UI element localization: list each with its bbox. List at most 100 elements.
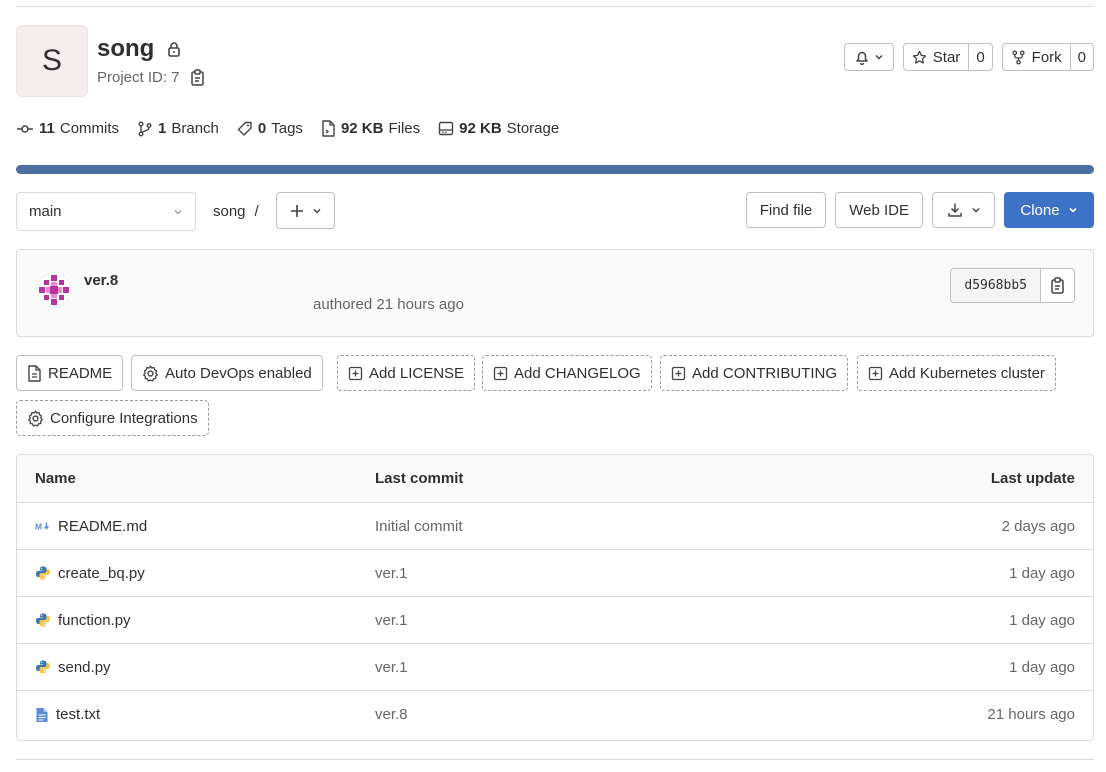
find-file-button[interactable]: Find file: [745, 192, 827, 228]
file-last-commit[interactable]: ver.1: [375, 659, 853, 676]
breadcrumb-root[interactable]: song: [213, 203, 246, 220]
add-to-tree-button[interactable]: [276, 192, 335, 229]
star-label: Star: [932, 48, 961, 66]
file-name[interactable]: README.md: [58, 518, 147, 535]
project-id-text: Project ID: 7: [97, 69, 180, 86]
table-row[interactable]: function.py ver.1 1 day ago: [17, 597, 1093, 644]
fork-button[interactable]: Fork: [1003, 44, 1070, 70]
star-count[interactable]: 0: [968, 44, 991, 70]
table-row[interactable]: test.txt ver.8 21 hours ago: [17, 691, 1093, 738]
plus-square-icon: [348, 366, 363, 381]
commits-stat[interactable]: 11 Commits: [16, 120, 119, 137]
bell-icon: [854, 49, 870, 65]
file-name-cell[interactable]: test.txt: [17, 706, 375, 723]
python-icon: [35, 659, 51, 675]
file-last-commit[interactable]: ver.1: [375, 565, 853, 582]
storage-label: Storage: [506, 120, 560, 137]
project-name[interactable]: song: [97, 35, 154, 63]
add-license-link[interactable]: Add LICENSE: [337, 355, 476, 391]
file-name-cell[interactable]: M README.md: [17, 518, 375, 535]
project-avatar[interactable]: S: [16, 25, 88, 97]
last-commit-panel: ver.8 authored 21 hours ago d5968bb5: [16, 249, 1094, 337]
add-kubernetes-link[interactable]: Add Kubernetes cluster: [857, 355, 1056, 391]
clone-label: Clone: [1020, 201, 1060, 219]
file-name-cell[interactable]: create_bq.py: [17, 565, 375, 582]
file-name-cell[interactable]: function.py: [17, 612, 375, 629]
commits-count: 11: [39, 120, 55, 137]
tags-stat[interactable]: 0 Tags: [237, 120, 303, 137]
commit-icon: [16, 122, 34, 136]
web-ide-button[interactable]: Web IDE: [835, 192, 923, 228]
tags-count: 0: [257, 120, 267, 137]
file-icon: [27, 364, 42, 382]
table-row[interactable]: create_bq.py ver.1 1 day ago: [17, 550, 1093, 597]
fork-count[interactable]: 0: [1069, 44, 1093, 70]
file-last-update: 1 day ago: [1009, 658, 1075, 676]
tags-label: Tags: [271, 120, 303, 137]
file-last-update: 1 day ago: [1009, 611, 1075, 629]
copy-icon: [1050, 277, 1065, 294]
file-name[interactable]: function.py: [58, 612, 131, 629]
download-button[interactable]: [932, 192, 995, 228]
project-stats: 11 Commits 1 Branch 0 Tags 92 KB Files 9…: [16, 120, 559, 137]
bottom-divider: [16, 759, 1094, 760]
file-name[interactable]: create_bq.py: [58, 565, 145, 582]
python-icon: [35, 565, 51, 581]
chevron-down-icon: [1068, 205, 1078, 215]
plus-square-icon: [671, 366, 686, 381]
file-code-icon: [321, 120, 336, 137]
storage-icon: [438, 121, 454, 136]
storage-size: 92 KB: [459, 120, 502, 137]
header-name: Name: [35, 470, 76, 487]
table-row[interactable]: send.py ver.1 1 day ago: [17, 644, 1093, 691]
readme-link[interactable]: README: [16, 355, 124, 391]
table-row[interactable]: M README.md Initial commit 2 days ago: [17, 503, 1093, 550]
svg-text:M: M: [35, 522, 42, 532]
commit-sha[interactable]: d5968bb5: [951, 269, 1040, 302]
tag-icon: [237, 121, 253, 137]
add-kubernetes-label: Add Kubernetes cluster: [889, 364, 1045, 382]
python-icon: [35, 612, 51, 628]
configure-integrations-label: Configure Integrations: [50, 409, 198, 427]
files-size: 92 KB: [340, 120, 384, 137]
gear-icon: [142, 364, 159, 382]
file-name[interactable]: test.txt: [56, 706, 100, 723]
branch-stat[interactable]: 1 Branch: [137, 120, 219, 137]
author-avatar[interactable]: [36, 272, 72, 308]
file-last-commit[interactable]: Initial commit: [375, 518, 853, 535]
commits-label: Commits: [59, 120, 120, 137]
file-last-commit[interactable]: ver.1: [375, 612, 853, 629]
file-last-commit[interactable]: ver.8: [375, 706, 853, 723]
file-last-update: 1 day ago: [1009, 564, 1075, 582]
add-changelog-label: Add CHANGELOG: [514, 364, 641, 382]
copy-sha-button[interactable]: [1040, 269, 1074, 302]
breadcrumb: song /: [213, 203, 259, 220]
add-changelog-link[interactable]: Add CHANGELOG: [482, 355, 652, 391]
fork-button-group: Fork 0: [1001, 43, 1094, 71]
add-contributing-link[interactable]: Add CONTRIBUTING: [660, 355, 849, 391]
file-name-cell[interactable]: send.py: [17, 659, 375, 676]
notifications-button[interactable]: [843, 43, 894, 71]
breadcrumb-separator: /: [254, 203, 259, 220]
file-last-update: 2 days ago: [1001, 517, 1075, 535]
file-name[interactable]: send.py: [58, 659, 111, 676]
auto-devops-link[interactable]: Auto DevOps enabled: [131, 355, 323, 391]
branch-name: main: [29, 203, 62, 220]
configure-integrations-link[interactable]: Configure Integrations: [16, 400, 209, 436]
file-tree-table: Name Last commit Last update M README.md…: [16, 454, 1094, 741]
branch-selector[interactable]: main: [16, 192, 196, 231]
commit-sha-group: d5968bb5: [950, 268, 1075, 303]
files-stat[interactable]: 92 KB Files: [321, 120, 420, 137]
clone-button[interactable]: Clone: [1004, 192, 1094, 228]
storage-stat[interactable]: 92 KB Storage: [438, 120, 559, 137]
copy-icon[interactable]: [190, 69, 205, 86]
commit-title[interactable]: ver.8: [84, 272, 118, 289]
fork-icon: [1011, 49, 1026, 65]
top-divider: [16, 6, 1094, 7]
header-actions: Star 0 Fork 0: [843, 43, 1094, 71]
file-last-update: 21 hours ago: [987, 706, 1075, 723]
star-button[interactable]: Star: [904, 44, 969, 70]
text-file-icon: [35, 707, 49, 723]
fork-label: Fork: [1031, 48, 1062, 66]
download-icon: [947, 202, 963, 218]
